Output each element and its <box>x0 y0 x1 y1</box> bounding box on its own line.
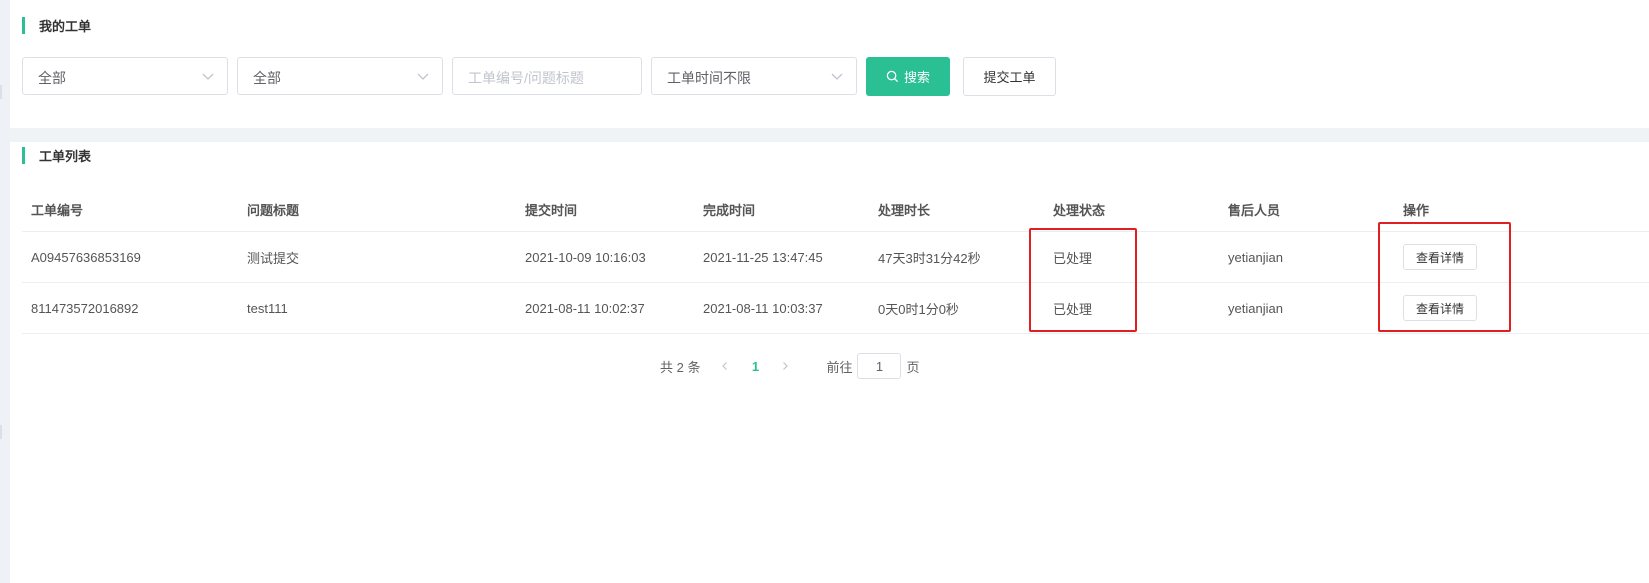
strip-mark <box>0 425 2 439</box>
col-subject: 问题标题 <box>247 203 300 218</box>
col-status: 处理状态 <box>1053 203 1106 218</box>
agent: yetianjian <box>1228 300 1283 316</box>
status-select-value: 全部 <box>253 70 281 86</box>
order-table: 工单编号 问题标题 提交时间 完成时间 处理时长 处理状态 售后人员 操作 A0… <box>22 188 1649 334</box>
goto-label: 前往 <box>826 359 853 375</box>
view-details-button[interactable]: 查看详情 <box>1403 295 1477 321</box>
keyword-input-placeholder: 工单编号/问题标题 <box>468 70 584 86</box>
chevron-left-icon <box>722 362 728 370</box>
agent: yetianjian <box>1228 249 1283 265</box>
my-orders-panel: 我的工单 全部 全部 工单编号/问题标题 工单时间不限 搜索 提交工单 <box>10 0 1649 128</box>
title-accent-bar <box>22 146 25 164</box>
time-select[interactable]: 工单时间不限 <box>651 57 857 95</box>
category-select-value: 全部 <box>38 70 66 86</box>
search-button[interactable]: 搜索 <box>866 57 950 96</box>
left-strip <box>0 0 10 583</box>
my-orders-title-text: 我的工单 <box>39 18 92 34</box>
order-list-panel: 工单列表 工单编号 问题标题 提交时间 完成时间 处理时长 处理状态 售后人员 … <box>10 142 1649 583</box>
keyword-input[interactable]: 工单编号/问题标题 <box>452 57 642 95</box>
status-select[interactable]: 全部 <box>237 57 443 95</box>
chevron-down-icon <box>831 73 843 80</box>
pagination: 共 2 条 1 前往 页 <box>660 353 920 379</box>
col-completed: 完成时间 <box>703 203 756 218</box>
search-button-label: 搜索 <box>903 70 930 85</box>
action-cell: 查看详情 <box>1403 283 1477 333</box>
col-duration: 处理时长 <box>878 203 931 218</box>
table-row: 811473572016892 test111 2021-08-11 10:02… <box>22 283 1649 334</box>
submitted-time: 2021-10-09 10:16:03 <box>525 249 646 265</box>
my-orders-title: 我的工单 <box>22 16 91 34</box>
chevron-down-icon <box>202 73 214 80</box>
time-select-value: 工单时间不限 <box>667 70 751 86</box>
completed-time: 2021-08-11 10:03:37 <box>703 300 823 316</box>
submit-order-button-label: 提交工单 <box>983 70 1036 85</box>
table-row: A09457636853169 测试提交 2021-10-09 10:16:03… <box>22 232 1649 283</box>
col-action: 操作 <box>1403 203 1430 218</box>
order-list-title-text: 工单列表 <box>39 148 92 164</box>
duration: 0天0时1分0秒 <box>878 301 959 317</box>
view-details-button[interactable]: 查看详情 <box>1403 244 1477 270</box>
title-accent-bar <box>22 16 25 34</box>
subject: test111 <box>247 300 288 316</box>
chevron-down-icon <box>417 73 429 80</box>
table-header: 工单编号 问题标题 提交时间 完成时间 处理时长 处理状态 售后人员 操作 <box>22 188 1649 232</box>
col-submitted: 提交时间 <box>525 203 578 218</box>
order-id: A09457636853169 <box>31 249 141 265</box>
action-cell: 查看详情 <box>1403 232 1477 282</box>
next-page-button[interactable] <box>774 353 796 379</box>
page-number-current[interactable]: 1 <box>736 359 774 374</box>
order-id: 811473572016892 <box>31 300 139 316</box>
search-icon <box>886 70 899 83</box>
col-agent: 售后人员 <box>1228 203 1281 218</box>
subject: 测试提交 <box>247 250 300 266</box>
col-order-id: 工单编号 <box>31 203 84 218</box>
status: 已处理 <box>1053 250 1093 266</box>
submit-order-button[interactable]: 提交工单 <box>963 57 1056 96</box>
prev-page-button[interactable] <box>714 353 736 379</box>
duration: 47天3时31分42秒 <box>878 250 981 266</box>
strip-mark <box>0 85 2 99</box>
page-jump-input[interactable] <box>857 353 902 379</box>
page-unit-label: 页 <box>906 359 920 375</box>
status: 已处理 <box>1053 301 1093 317</box>
category-select[interactable]: 全部 <box>22 57 228 95</box>
order-list-title: 工单列表 <box>22 146 91 164</box>
chevron-right-icon <box>783 362 789 370</box>
submitted-time: 2021-08-11 10:02:37 <box>525 300 645 316</box>
section-gap <box>10 128 1649 142</box>
pagination-total: 共 2 条 <box>660 359 701 375</box>
completed-time: 2021-11-25 13:47:45 <box>703 249 823 265</box>
